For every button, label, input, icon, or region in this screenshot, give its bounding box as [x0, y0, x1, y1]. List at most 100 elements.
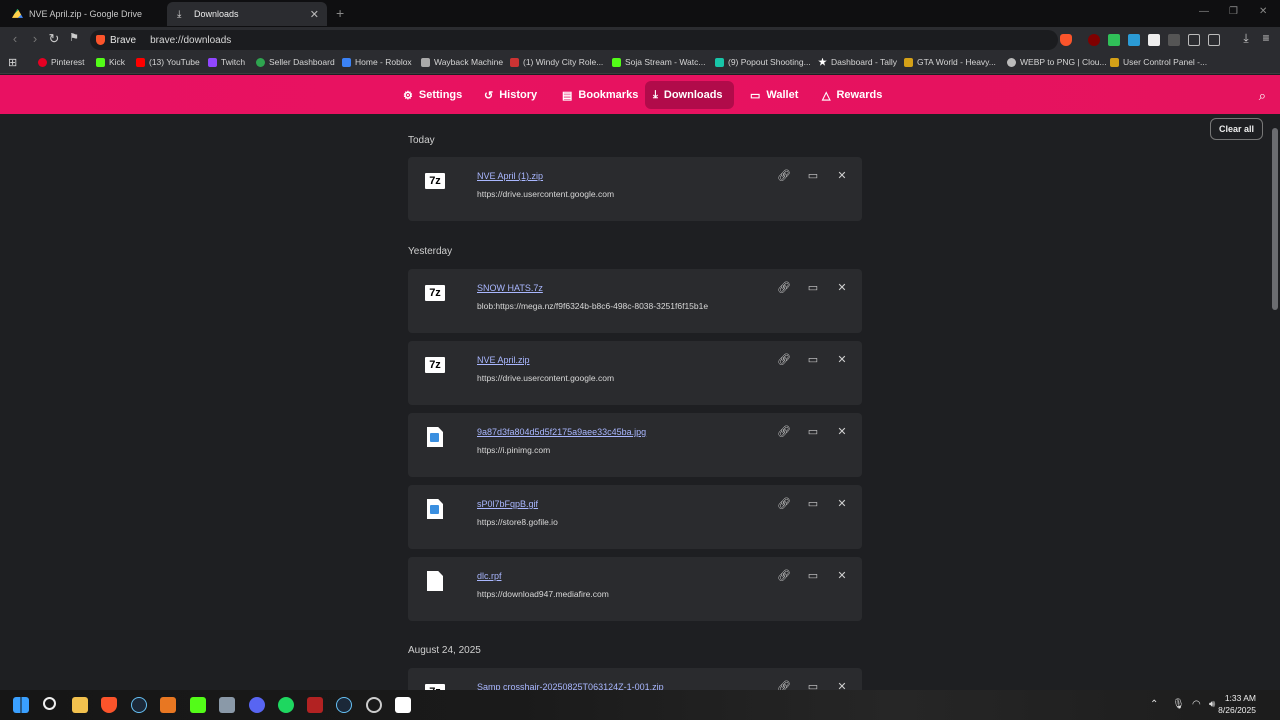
steam-icon[interactable] — [131, 697, 147, 713]
nav-history[interactable]: ↺ History — [476, 81, 545, 109]
bookmark-popout-shooting[interactable]: (9) Popout Shooting... — [715, 57, 811, 67]
google-drive-icon — [12, 8, 23, 18]
nav-rewards[interactable]: △ Rewards — [814, 81, 890, 109]
clear-all-button[interactable]: Clear all — [1209, 118, 1263, 140]
maximize-icon[interactable]: ❐ — [1229, 6, 1238, 17]
spotify-icon[interactable] — [278, 697, 294, 713]
kick-taskbar-icon[interactable] — [190, 697, 206, 713]
copy-link-icon[interactable]: 🔗︎ — [777, 680, 791, 690]
show-in-folder-icon[interactable]: ▭ — [806, 281, 820, 294]
remove-icon[interactable]: ✕ — [835, 425, 849, 438]
7zip-taskbar-icon[interactable] — [395, 697, 411, 713]
download-filename[interactable]: SNOW HATS.7z — [477, 283, 543, 293]
forward-icon[interactable]: › — [26, 31, 44, 46]
show-in-folder-icon[interactable]: ▭ — [806, 353, 820, 366]
close-tab-icon[interactable]: ✕ — [310, 8, 319, 21]
gta-world-icon — [904, 57, 913, 67]
nav-bookmarks[interactable]: ▤ Bookmarks — [554, 81, 646, 109]
search-icon[interactable]: ⌕ — [1259, 88, 1266, 104]
wallet-toolbar-icon[interactable] — [1208, 34, 1220, 46]
bookmark-wayback[interactable]: Wayback Machine — [421, 57, 503, 67]
bookmark-tally[interactable]: Dashboard - Tally — [818, 57, 897, 67]
brave-taskbar-icon[interactable] — [101, 697, 117, 713]
show-in-folder-icon[interactable]: ▭ — [806, 497, 820, 510]
copy-link-icon[interactable]: 🔗︎ — [777, 497, 791, 510]
download-filename[interactable]: dlc.rpf — [477, 571, 502, 581]
remove-icon[interactable]: ✕ — [835, 569, 849, 582]
menu-icon[interactable]: ≡ — [1257, 31, 1275, 45]
bookmark-gta-world[interactable]: GTA World - Heavy... — [904, 57, 996, 67]
download-filename[interactable]: sP0l7bFqpB.gif — [477, 499, 538, 509]
bookmark-user-control-panel[interactable]: User Control Panel -... — [1110, 57, 1207, 67]
show-in-folder-icon[interactable]: ▭ — [806, 425, 820, 438]
voicemeeter-icon[interactable] — [307, 697, 323, 713]
bookmark-pinterest[interactable]: Pinterest — [38, 57, 85, 67]
apps-grid-icon[interactable]: ⊞ — [8, 56, 17, 69]
extension-blue-icon[interactable] — [1128, 34, 1140, 46]
tab-downloads[interactable]: ⤓ Downloads ✕ — [167, 2, 327, 26]
bookmark-webp-to-png[interactable]: WEBP to PNG | Clou... — [1007, 57, 1107, 67]
show-in-folder-icon[interactable]: ▭ — [806, 169, 820, 182]
back-icon[interactable]: ‹ — [6, 31, 24, 46]
bookmark-soja-stream[interactable]: Soja Stream - Watc... — [612, 57, 705, 67]
system-clock[interactable]: 1:33 AM 8/26/2025 — [1218, 692, 1256, 716]
minimize-icon[interactable]: — — [1199, 6, 1209, 17]
page-scrollbar[interactable] — [1272, 128, 1278, 310]
microphone-icon[interactable]: 🎙︎ — [1172, 699, 1185, 710]
search-taskbar-icon[interactable] — [43, 697, 56, 710]
copy-link-icon[interactable]: 🔗︎ — [777, 569, 791, 582]
extension-grey-icon[interactable] — [1168, 34, 1180, 46]
remove-icon[interactable]: ✕ — [835, 169, 849, 182]
bookmark-youtube[interactable]: (13) YouTube — [136, 57, 200, 67]
remove-icon[interactable]: ✕ — [835, 281, 849, 294]
brave-chip[interactable]: Brave — [90, 35, 144, 46]
extension-green-icon[interactable] — [1108, 34, 1120, 46]
downloads-toolbar-icon[interactable]: ⤓ — [1237, 31, 1255, 46]
volume-icon[interactable]: 🔊︎ — [1209, 699, 1215, 710]
app-orange-icon[interactable] — [160, 697, 176, 713]
bookmark-seller-dashboard[interactable]: Seller Dashboard — [256, 57, 335, 67]
wifi-icon[interactable]: ◠ — [1192, 699, 1201, 710]
tray-chevron-icon[interactable]: ⌃ — [1150, 699, 1158, 710]
bookmark-icon[interactable]: ⚑ — [65, 31, 83, 44]
show-in-folder-icon[interactable]: ▭ — [806, 680, 820, 690]
discord-icon[interactable] — [249, 697, 265, 713]
download-filename[interactable]: NVE April (1).zip — [477, 171, 543, 181]
remove-icon[interactable]: ✕ — [835, 680, 849, 690]
remove-icon[interactable]: ✕ — [835, 497, 849, 510]
obs-icon[interactable] — [366, 697, 382, 713]
windows-taskbar: ⌃ 🎙︎ ◠ 🔊︎ 1:33 AM 8/26/2025 — [0, 690, 1280, 720]
nav-downloads[interactable]: ⤓ Downloads — [645, 81, 734, 109]
copy-link-icon[interactable]: 🔗︎ — [777, 281, 791, 294]
bookmark-windy-city[interactable]: (1) Windy City Role... — [510, 57, 603, 67]
download-filename[interactable]: 9a87d3fa804d5d5f2175a9aee33c45ba.jpg — [477, 427, 646, 437]
bookmark-twitch[interactable]: Twitch — [208, 57, 245, 67]
brave-shields-icon[interactable] — [1060, 34, 1072, 46]
new-tab-button[interactable]: + — [336, 5, 344, 21]
file-explorer-icon[interactable] — [72, 697, 88, 713]
address-bar[interactable]: Brave brave://downloads — [90, 30, 1058, 50]
extension-white-icon[interactable] — [1148, 34, 1160, 46]
nav-wallet[interactable]: ▭ Wallet — [742, 81, 806, 109]
download-filename[interactable]: Samp crosshair-20250825T063124Z-1-001.zi… — [477, 682, 664, 690]
remove-icon[interactable]: ✕ — [835, 353, 849, 366]
bookmark-kick[interactable]: Kick — [96, 57, 125, 67]
reload-icon[interactable]: ↻ — [45, 31, 63, 47]
download-item: sP0l7bFqpB.gif https://store8.gofile.io … — [408, 485, 862, 549]
extensions-puzzle-icon[interactable] — [1188, 34, 1200, 46]
copy-link-icon[interactable]: 🔗︎ — [777, 169, 791, 182]
tab-google-drive[interactable]: NVE April.zip - Google Drive — [2, 2, 166, 26]
ublock-icon[interactable] — [1088, 34, 1100, 46]
close-window-icon[interactable]: ✕ — [1259, 6, 1267, 17]
calculator-icon[interactable] — [219, 697, 235, 713]
download-item: 7z SNOW HATS.7z blob:https://mega.nz/f9f… — [408, 269, 862, 333]
copy-link-icon[interactable]: 🔗︎ — [777, 353, 791, 366]
copy-link-icon[interactable]: 🔗︎ — [777, 425, 791, 438]
show-in-folder-icon[interactable]: ▭ — [806, 569, 820, 582]
7z-icon: 7z — [425, 355, 445, 375]
download-filename[interactable]: NVE April.zip — [477, 355, 530, 365]
windows-start-icon[interactable] — [13, 697, 29, 713]
steam-icon[interactable] — [336, 697, 352, 713]
bookmark-roblox[interactable]: Home - Roblox — [342, 57, 412, 67]
nav-settings[interactable]: ⚙ Settings — [395, 81, 470, 109]
